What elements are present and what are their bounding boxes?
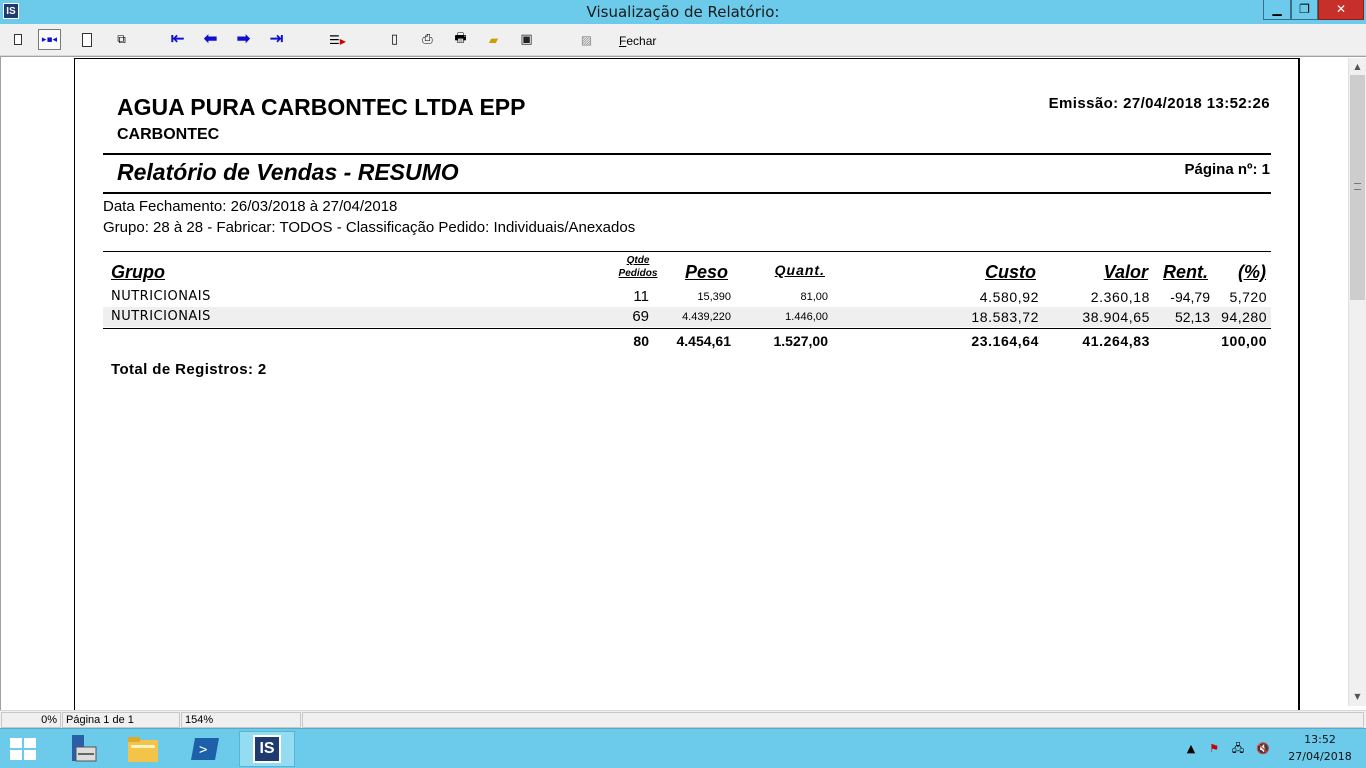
page-width-icon[interactable]: ▸▪◂: [38, 29, 61, 50]
total-qtde: 80: [633, 333, 649, 349]
column-header-quant: Quant.: [774, 262, 825, 278]
column-header-qtde-pedidos: Qtde Pedidos: [618, 255, 658, 279]
cell-rent: 52,13: [1174, 309, 1210, 325]
page-single-icon[interactable]: [6, 29, 29, 50]
cell-custo: 4.580,92: [979, 289, 1039, 305]
window-title: Visualização de Relatório:: [586, 3, 780, 21]
divider: [103, 328, 1271, 329]
cell-peso: 15,390: [697, 291, 731, 303]
column-header-custo: Custo: [985, 262, 1036, 282]
print-setup-icon[interactable]: ⎙: [416, 29, 439, 50]
is-app-icon[interactable]: IS: [239, 731, 295, 767]
volume-muted-icon[interactable]: 🔇: [1255, 742, 1271, 756]
emission-date: Emissão: 27/04/2018 13:52:26: [1048, 95, 1270, 112]
company-name: AGUA PURA CARBONTEC LTDA EPP: [117, 94, 526, 120]
report-page: AGUA PURA CARBONTEC LTDA EPP CARBONTEC E…: [74, 58, 1300, 718]
last-page-icon[interactable]: ⇥: [265, 29, 288, 50]
page-whole-icon[interactable]: [75, 29, 98, 50]
report-viewer[interactable]: AGUA PURA CARBONTEC LTDA EPP CARBONTEC E…: [0, 56, 1366, 718]
cell-valor: 38.904,65: [1082, 309, 1150, 325]
column-header-pct: (%): [1238, 262, 1266, 282]
cell-grupo: NUTRICIONAIS: [111, 289, 211, 304]
cell-qtde: 69: [632, 308, 649, 325]
cell-rent: -94,79: [1170, 289, 1210, 305]
filter-date-range: Data Fechamento: 26/03/2018 à 27/04/2018: [103, 198, 398, 215]
server-manager-icon[interactable]: [53, 731, 109, 767]
company-subtitle: CARBONTEC: [117, 126, 220, 143]
prev-page-icon[interactable]: ⬅: [199, 29, 222, 50]
fechar-button[interactable]: Fechar: [619, 34, 656, 48]
action-center-icon[interactable]: ⚑: [1206, 742, 1222, 756]
print-icon[interactable]: 🖶: [449, 29, 472, 50]
column-header-grupo: Grupo: [111, 262, 165, 282]
export-icon[interactable]: ▨: [575, 29, 598, 50]
goto-page-icon[interactable]: ☰▶: [326, 29, 349, 50]
restore-button[interactable]: ❐: [1291, 0, 1318, 20]
column-header-valor: Valor: [1103, 262, 1148, 282]
column-header-rent: Rent.: [1163, 262, 1208, 282]
table-row: NUTRICIONAIS 11 15,390 81,00 4.580,92 2.…: [103, 287, 1271, 307]
total-records: Total de Registros: 2: [111, 361, 267, 378]
scroll-up-icon[interactable]: ▲: [1349, 58, 1366, 75]
file-explorer-icon[interactable]: [115, 731, 171, 767]
cell-custo: 18.583,72: [971, 309, 1039, 325]
show-hidden-icons-icon[interactable]: ▲: [1183, 742, 1199, 756]
copy-page-icon[interactable]: ▯: [383, 29, 406, 50]
cell-quant: 1.446,00: [785, 311, 828, 323]
report-title: Relatório de Vendas - RESUMO: [117, 159, 459, 185]
open-icon[interactable]: ▰: [482, 29, 505, 50]
save-icon[interactable]: ▣: [515, 29, 538, 50]
cell-quant: 81,00: [800, 291, 828, 303]
status-empty: [302, 712, 1364, 728]
status-bar: 0% Página 1 de 1 154%: [0, 710, 1366, 728]
scroll-down-icon[interactable]: ▼: [1349, 688, 1366, 705]
divider: [103, 153, 1271, 155]
total-valor: 41.264,83: [1082, 333, 1150, 349]
cell-grupo: NUTRICIONAIS: [111, 309, 211, 324]
status-zoom: 154%: [181, 712, 301, 728]
svg-text:>: >: [199, 742, 207, 758]
vertical-scrollbar[interactable]: ▲ ▼: [1348, 58, 1366, 706]
taskbar: > IS ▲ ⚑ 🖧 🔇 13:52 27/04/2018: [0, 728, 1366, 768]
title-bar: IS Visualização de Relatório: ▁ ❐ ✕: [0, 0, 1366, 24]
cell-pct: 94,280: [1221, 309, 1267, 325]
powershell-icon[interactable]: >: [177, 731, 233, 767]
clock-time[interactable]: 13:52: [1290, 733, 1350, 747]
total-custo: 23.164,64: [971, 333, 1039, 349]
scroll-thumb[interactable]: [1350, 75, 1365, 300]
first-page-icon[interactable]: ⇤: [166, 29, 189, 50]
status-progress: 0%: [1, 712, 61, 728]
grip-icon: [1354, 183, 1361, 190]
totals-row: 80 4.454,61 1.527,00 23.164,64 41.264,83…: [103, 331, 1271, 351]
table-row: NUTRICIONAIS 69 4.439,220 1.446,00 18.58…: [103, 307, 1271, 327]
clock-date[interactable]: 27/04/2018: [1286, 750, 1354, 764]
cell-pct: 5,720: [1229, 289, 1267, 305]
cell-peso: 4.439,220: [682, 311, 731, 323]
start-button[interactable]: [10, 738, 38, 760]
filter-group: Grupo: 28 à 28 - Fabricar: TODOS - Class…: [103, 219, 636, 236]
toolbar: ▸▪◂ ⧉ ⇤ ⬅ ➡ ⇥ ☰▶ ▯ ⎙ 🖶 ▰ ▣ ▨ Fechar: [0, 24, 1366, 56]
network-icon[interactable]: 🖧: [1230, 742, 1246, 756]
next-page-icon[interactable]: ➡: [232, 29, 255, 50]
column-header-peso: Peso: [684, 262, 728, 282]
divider: [103, 251, 1271, 252]
divider: [103, 192, 1271, 194]
close-button[interactable]: ✕: [1318, 0, 1364, 20]
page-number: Página nº: 1: [1184, 161, 1271, 178]
cell-qtde: 11: [633, 288, 649, 305]
total-pct: 100,00: [1221, 333, 1267, 349]
minimize-button[interactable]: ▁: [1263, 0, 1291, 20]
total-peso: 4.454,61: [676, 333, 732, 349]
total-quant: 1.527,00: [773, 333, 829, 349]
multi-page-icon[interactable]: ⧉: [110, 29, 133, 50]
cell-valor: 2.360,18: [1090, 289, 1150, 305]
status-page: Página 1 de 1: [62, 712, 180, 728]
